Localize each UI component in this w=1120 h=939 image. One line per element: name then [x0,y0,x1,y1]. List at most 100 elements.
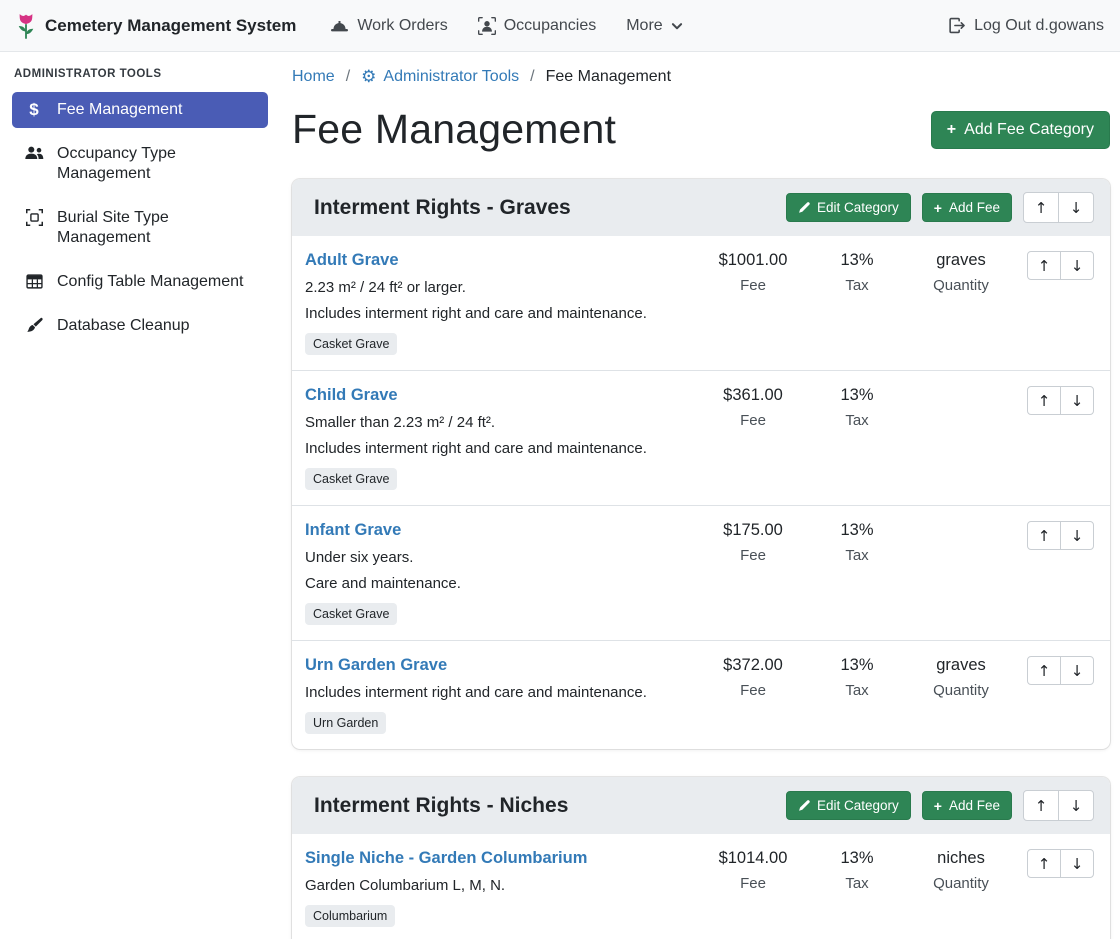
move-fee-down-button[interactable]: ↓ [1060,251,1094,280]
app-brand[interactable]: Cemetery Management System [16,12,296,40]
fee-quantity: graves [909,656,1013,675]
fee-type-badge: Casket Grave [305,333,397,355]
nav-work-orders[interactable]: Work Orders [330,17,447,35]
fee-details: Infant Grave Under six years. Care and m… [305,521,701,625]
fee-tax-label: Tax [805,547,909,564]
fee-description: Includes interment right and care and ma… [305,305,693,322]
add-fee-button[interactable]: + Add Fee [922,193,1012,222]
nav-work-orders-label: Work Orders [357,17,447,35]
fee-amount: $372.00 [701,656,805,675]
fee-description: Care and maintenance. [305,575,693,592]
sidebar-item-label: Database Cleanup [57,316,190,336]
move-fee-down-button[interactable]: ↓ [1060,521,1094,550]
edit-category-button[interactable]: Edit Category [786,193,911,222]
move-fee-up-button[interactable]: ↑ [1027,251,1061,280]
fee-quantity-column: graves Quantity [909,251,1013,294]
tulip-logo-icon [16,12,36,40]
category-card-niches: Interment Rights - Niches Edit Category … [292,777,1110,939]
logout-icon [947,17,966,34]
move-fee-down-button[interactable]: ↓ [1060,386,1094,415]
sidebar-item-config-table-management[interactable]: Config Table Management [12,264,268,300]
breadcrumb-separator: / [346,68,350,86]
hard-hat-icon [330,18,349,34]
fee-type-badge: Casket Grave [305,468,397,490]
fee-description: Garden Columbarium L, M, N. [305,877,693,894]
sidebar-item-database-cleanup[interactable]: Database Cleanup [12,308,268,344]
fee-amount-label: Fee [701,875,805,892]
main-nav: Work Orders Occupancies More [330,17,682,35]
fee-tax: 13% [805,849,909,868]
sidebar-item-fee-management[interactable]: $ Fee Management [12,92,268,128]
move-category-down-button[interactable]: ↓ [1058,790,1094,821]
nav-occupancies[interactable]: Occupancies [478,17,597,35]
move-category-up-button[interactable]: ↑ [1023,790,1059,821]
title-row: Fee Management + Add Fee Category [292,106,1110,153]
nav-more[interactable]: More [626,17,682,35]
move-category-up-button[interactable]: ↑ [1023,192,1059,223]
fee-quantity: graves [909,251,1013,270]
fee-tax-label: Tax [805,412,909,429]
logout-link[interactable]: Log Out d.gowans [947,17,1104,35]
plus-icon: + [934,201,942,215]
nav-more-label: More [626,17,662,35]
move-fee-up-button[interactable]: ↑ [1027,849,1061,878]
fee-name-link[interactable]: Adult Grave [305,251,399,270]
fee-amount-label: Fee [701,547,805,564]
fee-tax-label: Tax [805,277,909,294]
fee-reorder-buttons: ↑ ↓ [1027,521,1094,550]
fee-type-badge: Casket Grave [305,603,397,625]
broom-icon [24,317,44,334]
move-category-down-button[interactable]: ↓ [1058,192,1094,223]
move-fee-down-button[interactable]: ↓ [1060,849,1094,878]
fee-quantity-label: Quantity [909,875,1013,892]
breadcrumb-separator: / [530,68,534,86]
add-fee-label: Add Fee [949,798,1000,813]
chevron-down-icon [671,20,683,32]
fee-tax: 13% [805,521,909,540]
occupancies-person-box-icon [478,17,496,35]
add-fee-category-button[interactable]: + Add Fee Category [931,111,1110,149]
fee-reorder-buttons: ↑ ↓ [1027,849,1094,878]
add-fee-label: Add Fee [949,200,1000,215]
move-fee-up-button[interactable]: ↑ [1027,386,1061,415]
fee-tax-label: Tax [805,682,909,699]
add-fee-button[interactable]: + Add Fee [922,791,1012,820]
page-title: Fee Management [292,106,616,153]
fee-amount-column: $361.00 Fee [701,386,805,429]
sidebar-item-burial-site-type-management[interactable]: Burial Site Type Management [12,200,268,256]
fee-reorder-buttons: ↑ ↓ [1027,386,1094,415]
fee-name-link[interactable]: Single Niche - Garden Columbarium [305,849,587,868]
edit-category-label: Edit Category [817,798,899,813]
add-fee-category-label: Add Fee Category [964,121,1094,139]
pencil-icon [798,202,810,214]
category-card-graves: Interment Rights - Graves Edit Category … [292,179,1110,749]
fee-amount-label: Fee [701,277,805,294]
move-fee-up-button[interactable]: ↑ [1027,521,1061,550]
breadcrumb-admin-tools-link[interactable]: ⚙ Administrator Tools [361,68,519,86]
sidebar-heading: Administrator Tools [14,68,268,80]
move-fee-up-button[interactable]: ↑ [1027,656,1061,685]
fee-tax: 13% [805,656,909,675]
fee-tax-label: Tax [805,875,909,892]
top-navbar: Cemetery Management System Work Orders [0,0,1120,52]
category-header: Interment Rights - Graves Edit Category … [292,179,1110,236]
fee-name-link[interactable]: Child Grave [305,386,398,405]
edit-category-label: Edit Category [817,200,899,215]
fee-reorder-buttons: ↑ ↓ [1027,251,1094,280]
fee-name-link[interactable]: Urn Garden Grave [305,656,447,675]
sidebar-item-label: Occupancy Type Management [57,144,256,184]
sidebar-item-occupancy-type-management[interactable]: Occupancy Type Management [12,136,268,192]
category-title: Interment Rights - Niches [314,794,786,818]
move-fee-down-button[interactable]: ↓ [1060,656,1094,685]
fee-reorder-buttons: ↑ ↓ [1027,656,1094,685]
fee-amount-column: $175.00 Fee [701,521,805,564]
fee-amount-column: $372.00 Fee [701,656,805,699]
fee-amount: $1014.00 [701,849,805,868]
edit-category-button[interactable]: Edit Category [786,791,911,820]
fee-name-link[interactable]: Infant Grave [305,521,401,540]
sidebar-item-label: Fee Management [57,100,182,120]
people-icon [24,145,44,161]
fee-amount-column: $1014.00 Fee [701,849,805,892]
breadcrumb-home-link[interactable]: Home [292,68,335,86]
fee-row-adult-grave: Adult Grave 2.23 m² / 24 ft² or larger. … [292,236,1110,370]
